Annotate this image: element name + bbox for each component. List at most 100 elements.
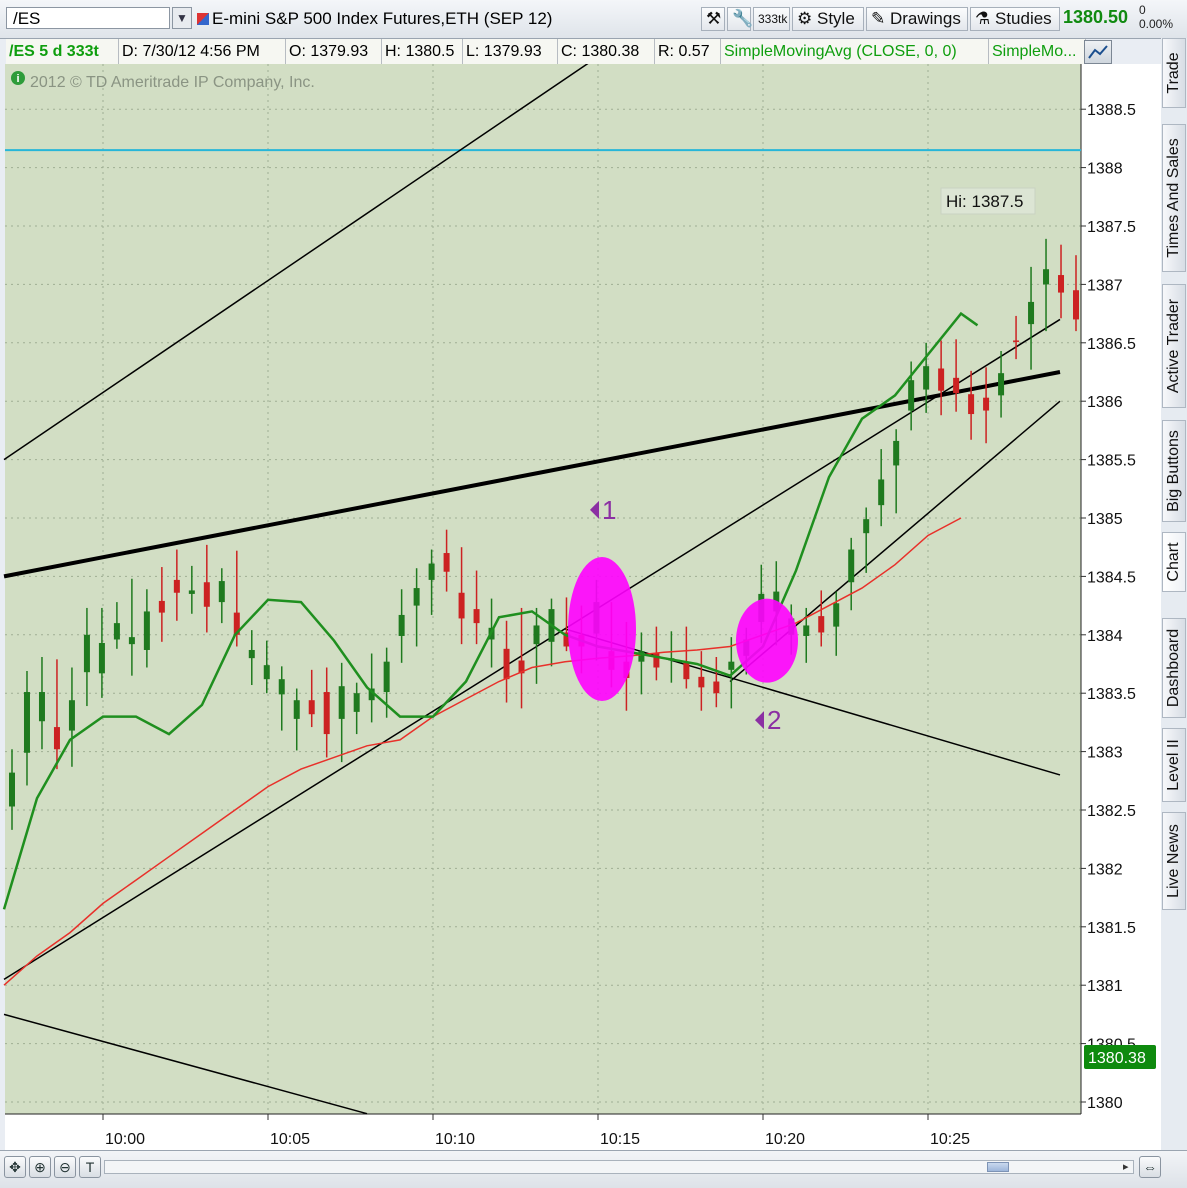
chart-settings-icon[interactable] (1084, 40, 1112, 64)
pan-icon[interactable]: ✥ (4, 1156, 26, 1178)
instrument-icon (197, 13, 209, 25)
tab-big-buttons[interactable]: Big Buttons (1162, 420, 1186, 522)
price-tick-label: 1383.5 (1087, 686, 1136, 703)
time-scrollbar[interactable] (104, 1160, 1134, 1174)
candle-body (1058, 275, 1065, 293)
candle-body (953, 377, 960, 394)
instrument-title-text: E-mini S&P 500 Index Futures,ETH (SEP 12… (212, 9, 553, 28)
candle-body (128, 637, 135, 645)
price-tick-label: 1381 (1087, 978, 1123, 995)
candle-body (383, 661, 390, 693)
info-icon-glyph: i (16, 73, 19, 85)
pencil-icon: ✎ (871, 9, 886, 28)
drawings-button[interactable]: ✎ Drawings (866, 7, 968, 31)
candle-body (278, 679, 285, 695)
candle-body (293, 700, 300, 719)
tab-times-and-sales-label: Times And Sales (1165, 138, 1182, 258)
candle-body (923, 366, 930, 390)
candle-body (143, 611, 150, 650)
candle-body (443, 553, 450, 572)
price-tick-label: 1380 (1087, 1095, 1123, 1112)
tab-live-news[interactable]: Live News (1162, 812, 1186, 910)
tab-trade[interactable]: Trade (1162, 38, 1186, 108)
time-scrollbar-thumb[interactable] (987, 1162, 1009, 1172)
aggregation-button[interactable]: 333tk (753, 7, 790, 31)
price-tick-label: 1385 (1087, 511, 1123, 528)
price-tick-label: 1383 (1087, 745, 1123, 762)
price-tick-label: 1385.5 (1087, 453, 1136, 470)
candle-body (818, 616, 825, 633)
pan-tool-icon[interactable]: ⚒ (701, 7, 725, 31)
tab-chart[interactable]: Chart (1162, 532, 1186, 592)
symbol-input[interactable]: /ES (6, 7, 170, 29)
candle-body (23, 692, 30, 753)
candle-body (263, 665, 270, 680)
time-tick-label: 10:05 (270, 1131, 310, 1148)
chart-symbol-period[interactable]: /ES 5 d 333t (6, 39, 119, 64)
candle-body (968, 394, 975, 415)
symbol-dropdown-icon[interactable]: ▼ (172, 7, 192, 29)
zoom-out-icon[interactable]: ⊖ (54, 1156, 76, 1178)
bar-open: O: 1379.93 (286, 39, 382, 64)
price-tick-label: 1382 (1087, 861, 1123, 878)
candle-body (533, 625, 540, 645)
side-gadget-tabs: Trade Times And Sales Active Trader Big … (1161, 38, 1187, 1150)
candle-body (1073, 290, 1079, 320)
bar-date: D: 7/30/12 4:56 PM (119, 39, 286, 64)
candle-body (728, 661, 735, 670)
time-tick-label: 10:15 (600, 1131, 640, 1148)
candle-body (503, 648, 510, 680)
scroll-right-icon[interactable]: ▸ (1123, 1160, 1129, 1174)
style-label: Style (816, 9, 855, 28)
chart-bottom-bar: ✥ ⊕ ⊖ T ◂ ▸ ⇔ (0, 1150, 1187, 1188)
candle-body (413, 588, 420, 606)
candle-body (398, 614, 405, 636)
candle-body (98, 642, 105, 674)
chart-toolbar: /ES ▼ E-mini S&P 500 Index Futures,ETH (… (0, 0, 1187, 39)
price-tick-label: 1381.5 (1087, 920, 1136, 937)
time-tick-label: 10:00 (105, 1131, 145, 1148)
tab-level-ii-label: Level II (1165, 739, 1182, 791)
current-price-box: 1380.38 (1084, 1045, 1156, 1069)
highlight-ellipse (568, 556, 636, 701)
watermark: i 2012 © TD Ameritrade IP Company, Inc. (11, 71, 315, 91)
study-label-2[interactable]: SimpleMo... (989, 39, 1086, 64)
text-tool-icon[interactable]: T (79, 1156, 101, 1178)
studies-button[interactable]: ⚗ Studies (970, 7, 1060, 31)
candle-body (248, 649, 255, 659)
price-change: 0 0.00% (1139, 3, 1173, 31)
tab-level-ii[interactable]: Level II (1162, 728, 1186, 802)
price-tick-label: 1387 (1087, 277, 1123, 294)
tab-times-and-sales[interactable]: Times And Sales (1162, 124, 1186, 272)
high-label: Hi: 1387.5 (940, 187, 1036, 215)
candle-body (713, 681, 720, 694)
expand-chart-icon[interactable]: ⇔ (1139, 1156, 1161, 1178)
candle-body (158, 600, 165, 613)
highlight-ellipse (736, 598, 798, 683)
studies-icon: ⚗ (975, 9, 991, 28)
candle-body (458, 592, 465, 619)
wrench-icon[interactable]: 🔧 (727, 7, 753, 31)
drawings-label: Drawings (889, 9, 961, 28)
candle-body (173, 579, 180, 593)
last-price: 1380.50 (1063, 7, 1129, 27)
candle-body (1043, 269, 1050, 285)
style-button[interactable]: ⚙ Style (792, 7, 864, 31)
study-label-1[interactable]: SimpleMovingAvg (CLOSE, 0, 0) (721, 39, 989, 64)
price-chart[interactable]: 1388.5 1388 1387.5 1387 1386.5 1386 1385.5 1385… (0, 64, 1161, 1150)
candle-body (203, 582, 210, 607)
candle-body (473, 609, 480, 624)
price-tick-label: 1388 (1087, 161, 1123, 178)
candle-body (9, 772, 15, 807)
candle-body (113, 623, 120, 640)
bar-close: C: 1380.38 (558, 39, 655, 64)
tab-dashboard[interactable]: Dashboard (1162, 618, 1186, 718)
candle-body (878, 479, 885, 506)
price-tick-label: 1387.5 (1087, 219, 1136, 236)
tab-active-trader[interactable]: Active Trader (1162, 284, 1186, 408)
candle-body (38, 692, 45, 722)
tab-live-news-label: Live News (1165, 824, 1182, 898)
zoom-in-icon[interactable]: ⊕ (29, 1156, 51, 1178)
candle-body (938, 368, 945, 391)
candle-body (308, 700, 315, 715)
